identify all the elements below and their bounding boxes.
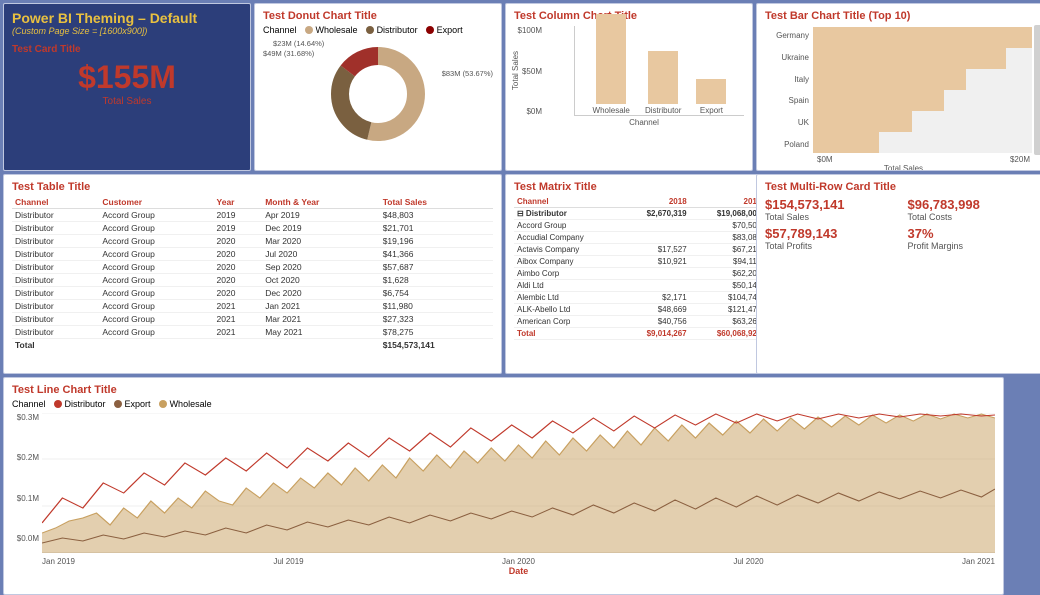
multirow-value-0: $154,573,141 [765,197,900,212]
x-axis-label: Channel [544,118,744,127]
bar-chart-title: Test Bar Chart Title (Top 10) [765,10,1040,22]
line-chart-card: Test Line Chart Title Channel Distributo… [3,377,1004,595]
dashboard: Power BI Theming – Default (Custom Page … [0,0,1040,586]
col-channel: Channel [12,196,99,209]
table-card: Test Table Title Channel Customer Year M… [3,174,502,374]
legend-channel: Channel [12,399,46,409]
column-bars: Wholesale Distributor Export [574,26,744,116]
table-header-row: Channel Customer Year Month & Year Total… [12,196,493,209]
donut-chart-card: Test Donut Chart Title Channel Wholesale… [254,3,502,171]
multirow-grid: $154,573,141 Total Sales $96,783,998 Tot… [765,197,1040,251]
col-distributor: Distributor [645,51,681,115]
hbar-spain [813,90,1032,111]
table-row: DistributorAccord Group2019Apr 2019$48,8… [12,209,493,222]
multirow-label-0: Total Sales [765,212,900,222]
line-chart-title: Test Line Chart Title [12,384,995,396]
bar-chart-x-ticks: $0M $20M [817,155,1030,164]
multirow-item-1: $96,783,998 Total Costs [908,197,1040,222]
col-wholesale: Wholesale [593,14,630,115]
sub-title: (Custom Page Size = [1600x900]) [12,26,242,36]
table-title: Test Table Title [12,181,493,193]
legend-export: Export [426,25,463,35]
bar-chart-bars [813,25,1032,155]
legend-distributor: Distributor [366,25,418,35]
bar-chart-x-label: Total Sales [765,164,1040,171]
scrollbar[interactable] [1034,25,1040,155]
hbar-uk [813,111,1032,132]
multirow-title: Test Multi-Row Card Title [765,181,1040,193]
col-customer: Customer [99,196,213,209]
table-total-row: Total$154,573,141 [12,339,493,352]
table-row: DistributorAccord Group2020Oct 2020$1,62… [12,274,493,287]
line-chart-svg [42,413,995,553]
multirow-item-0: $154,573,141 Total Sales [765,197,900,222]
table-row: DistributorAccord Group2020Dec 2020$6,75… [12,287,493,300]
multirow-item-3: 37% Profit Margins [908,226,1040,251]
col-export: Export [696,79,726,115]
table-body: DistributorAccord Group2019Apr 2019$48,8… [12,209,493,352]
line-x-label: Date [42,566,995,576]
main-title: Power BI Theming – Default [12,10,242,26]
hbar-italy [813,69,1032,90]
multirow-card: Test Multi-Row Card Title $154,573,141 T… [756,174,1040,374]
table-scroll[interactable]: Channel Customer Year Month & Year Total… [12,196,493,351]
multirow-item-2: $57,789,143 Total Profits [765,226,900,251]
card-kpi-label: Test Card Title [12,44,242,55]
bar-distributor [648,51,678,104]
hbar-germany [813,27,1032,48]
multirow-label-3: Profit Margins [908,241,1040,251]
matrix-col-2018: 2018 [622,196,690,208]
line-chart-area: Jan 2019 Jul 2019 Jan 2020 Jul 2020 Jan … [42,413,995,576]
legend-line-distributor: Distributor [54,399,106,409]
donut-label-export: $23M (14.64%) [273,39,324,48]
title-card: Power BI Theming – Default (Custom Page … [3,3,251,171]
bar-export [696,79,726,104]
table-row: DistributorAccord Group2019Dec 2019$21,7… [12,222,493,235]
multirow-value-2: $57,789,143 [765,226,900,241]
matrix-col-channel: Channel [514,196,622,208]
hbar-ukraine [813,48,1032,69]
multirow-label-2: Total Profits [765,241,900,251]
matrix-col-2019: 2019 [690,196,765,208]
table-row: DistributorAccord Group2021Mar 2021$27,3… [12,313,493,326]
multirow-label-1: Total Costs [908,212,1040,222]
col-total-sales: Total Sales [380,196,493,209]
line-y-axis: $0.3M $0.2M $0.1M $0.0M [12,413,42,543]
col-month-year: Month & Year [262,196,380,209]
bar-wholesale [596,14,626,104]
line-chart-legend: Channel Distributor Export Wholesale [12,399,995,409]
multirow-value-1: $96,783,998 [908,197,1040,212]
legend-line-wholesale: Wholesale [159,399,212,409]
bar-chart-y-labels: Germany Ukraine Italy Spain UK Poland [765,25,813,155]
donut-chart-title: Test Donut Chart Title [263,10,493,22]
table-row: DistributorAccord Group2020Jul 2020$41,3… [12,248,493,261]
data-table: Channel Customer Year Month & Year Total… [12,196,493,351]
table-row: DistributorAccord Group2020Sep 2020$57,6… [12,261,493,274]
legend-channel-label: Channel [263,25,297,35]
donut-label-wholesale: $83M (53.67%) [442,69,493,78]
donut-legend: Channel Wholesale Distributor Export [263,25,493,35]
donut-svg [318,39,438,149]
kpi-value: $155M [12,59,242,96]
hbar-poland [813,132,1032,153]
table-row: DistributorAccord Group2020Mar 2020$19,1… [12,235,493,248]
y-axis-label: Total Sales [511,51,520,90]
table-row: DistributorAccord Group2021Jan 2021$11,9… [12,300,493,313]
column-chart-card: Test Column Chart Title $100M $50M $0M W… [505,3,753,171]
bar-chart-card: Test Bar Chart Title (Top 10) Germany Uk… [756,3,1040,171]
line-x-ticks: Jan 2019 Jul 2019 Jan 2020 Jul 2020 Jan … [42,557,995,566]
donut-label-distributor: $49M (31.68%) [263,49,314,58]
kpi-label: Total Sales [12,96,242,107]
legend-line-export: Export [114,399,151,409]
legend-wholesale: Wholesale [305,25,358,35]
col-year: Year [214,196,263,209]
table-row: DistributorAccord Group2021May 2021$78,2… [12,326,493,339]
multirow-value-3: 37% [908,226,1040,241]
